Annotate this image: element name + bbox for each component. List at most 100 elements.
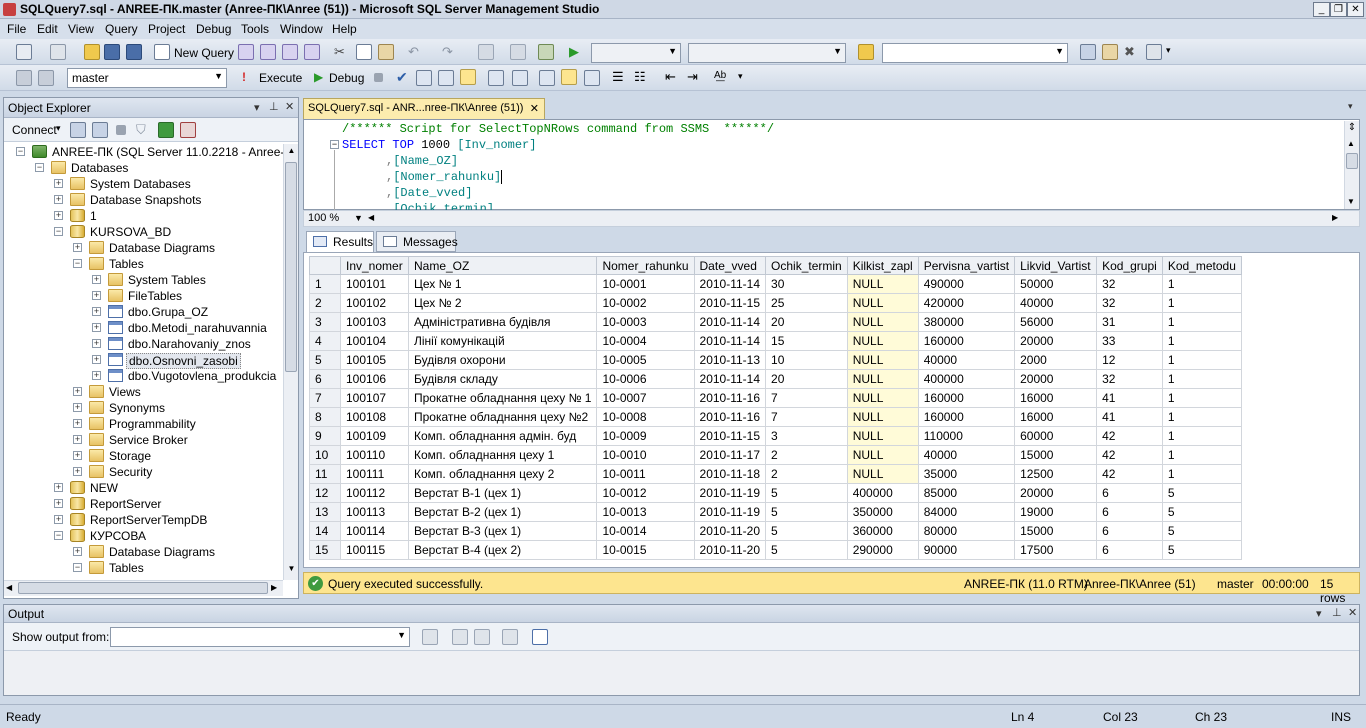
navigate-forward-icon[interactable] (510, 44, 526, 60)
table-cell[interactable]: 2010-11-18 (693, 464, 767, 484)
table-cell[interactable]: NULL (846, 464, 919, 484)
tree-expander-minus-icon[interactable]: − (73, 563, 82, 572)
table-cell[interactable]: 12500 (1014, 464, 1098, 484)
table-cell[interactable]: 32 (1096, 274, 1163, 294)
tree-expander-plus-icon[interactable]: + (54, 211, 63, 220)
tab-messages[interactable]: Messages (376, 231, 458, 252)
table-row[interactable]: 2 100102 Цех № 2 10-0002 2010-11-15 25 NULL 420… (309, 293, 1242, 313)
tree-expander-plus-icon[interactable]: + (92, 275, 101, 284)
tree-node-label[interactable]: FileTables (126, 289, 184, 303)
row-number[interactable]: 9 (309, 426, 341, 446)
tree-expander-plus-icon[interactable]: + (54, 515, 63, 524)
tree-node[interactable]: +1 (4, 208, 283, 224)
row-number[interactable]: 12 (309, 483, 341, 503)
table-cell[interactable]: Верстат В-2 (цех 1) (407, 502, 598, 522)
table-cell[interactable]: 85000 (917, 483, 1016, 503)
table-cell[interactable]: 100110 (340, 445, 409, 465)
table-cell[interactable]: Адміністративна будівля (407, 312, 598, 332)
table-cell[interactable]: 10-0014 (596, 521, 695, 541)
tree-expander-minus-icon[interactable]: − (16, 147, 25, 156)
table-cell[interactable]: 2010-11-16 (693, 407, 767, 427)
tree-expander-plus-icon[interactable]: + (92, 371, 101, 380)
new-project-icon[interactable] (16, 44, 32, 60)
table-cell[interactable]: 2010-11-14 (693, 369, 767, 389)
tree-expander-plus-icon[interactable]: + (73, 435, 82, 444)
table-cell[interactable]: Верстат В-4 (цех 2) (407, 540, 598, 560)
tree-expander-plus-icon[interactable]: + (92, 355, 101, 364)
tree-node-label[interactable]: Database Diagrams (107, 545, 217, 559)
table-cell[interactable]: Верстат В-1 (цех 1) (407, 483, 598, 503)
query-designer-icon[interactable] (438, 70, 454, 86)
table-cell[interactable]: NULL (846, 312, 919, 332)
output-text-area[interactable] (4, 651, 1359, 695)
tree-node[interactable]: + System Tables (4, 272, 283, 288)
row-number[interactable]: 7 (309, 388, 341, 408)
table-cell[interactable]: 100104 (340, 331, 409, 351)
table-cell[interactable]: 6 (1096, 483, 1163, 503)
table-cell[interactable]: NULL (846, 293, 919, 313)
minimize-button[interactable]: _ (1313, 2, 1330, 17)
tree-expander-plus-icon[interactable]: + (73, 419, 82, 428)
tree-node-label[interactable]: Security (107, 465, 154, 479)
table-cell[interactable]: 100103 (340, 312, 409, 332)
table-cell[interactable]: 42 (1096, 445, 1163, 465)
tree-node[interactable]: + FileTables (4, 288, 283, 304)
open-file-icon[interactable] (84, 44, 100, 60)
scroll-right-icon[interactable]: ▶ (271, 583, 277, 592)
table-cell[interactable]: 2010-11-15 (693, 293, 767, 313)
table-cell[interactable]: 400000 (846, 483, 919, 503)
table-cell[interactable]: 5 (765, 540, 848, 560)
new-query-button[interactable]: New Query (174, 46, 234, 60)
table-cell[interactable]: 31 (1096, 312, 1163, 332)
table-cell[interactable]: 20000 (1014, 331, 1098, 351)
table-cell[interactable]: 15000 (1014, 521, 1098, 541)
table-cell[interactable]: 20000 (1014, 483, 1098, 503)
tree-node-label[interactable]: Storage (107, 449, 153, 463)
table-cell[interactable]: 16000 (1014, 388, 1098, 408)
table-cell[interactable]: Цех № 1 (407, 274, 598, 294)
table-cell[interactable]: 6 (1096, 540, 1163, 560)
table-cell[interactable]: 1 (1161, 369, 1242, 389)
table-cell[interactable]: NULL (846, 407, 919, 427)
table-cell[interactable]: 1 (1161, 464, 1242, 484)
table-cell[interactable]: 2010-11-20 (693, 540, 767, 560)
tree-node[interactable]: + Database Diagrams (4, 240, 283, 256)
tree-node[interactable]: + Service Broker (4, 432, 283, 448)
table-cell[interactable]: 2010-11-16 (693, 388, 767, 408)
table-cell[interactable]: 16000 (1014, 407, 1098, 427)
menu-edit[interactable]: Edit (37, 22, 58, 36)
col-header-name-oz[interactable]: Name_OZ (407, 256, 598, 275)
col-header-kilkist-zapl[interactable]: Kilkist_zapl (846, 256, 919, 275)
table-cell[interactable]: 84000 (917, 502, 1016, 522)
table-cell[interactable]: 10-0007 (596, 388, 695, 408)
tab-sqlquery7[interactable]: SQLQuery7.sql - ANR...nree-ПК\Anree (51)… (303, 98, 545, 119)
table-cell[interactable]: 90000 (917, 540, 1016, 560)
editor-vertical-scrollbar[interactable]: ⇕ ▲ ▼ (1344, 121, 1359, 209)
table-cell[interactable]: Прокатне обладнання цеху № 1 (407, 388, 598, 408)
table-cell[interactable]: 400000 (917, 369, 1016, 389)
tree-node-label[interactable]: dbo.Metodi_narahuvannia (126, 321, 269, 335)
output-dropdown-icon[interactable]: ▾ (1316, 607, 1322, 620)
table-cell[interactable]: NULL (846, 369, 919, 389)
table-cell[interactable]: 10-0011 (596, 464, 695, 484)
tree-node[interactable]: − Tables (4, 560, 283, 576)
tree-expander-plus-icon[interactable]: + (73, 243, 82, 252)
solution-platform-select[interactable]: ▼ (688, 43, 846, 63)
table-cell[interactable]: Комп. обладнання адмін. буд (407, 426, 598, 446)
table-cell[interactable]: 2010-11-13 (693, 350, 767, 370)
table-cell[interactable]: 15000 (1014, 445, 1098, 465)
table-cell[interactable]: 1 (1161, 331, 1242, 351)
table-cell[interactable]: Будівля охорони (407, 350, 598, 370)
new-query-icon[interactable] (154, 44, 170, 60)
scroll-left-icon[interactable]: ◀ (6, 583, 12, 592)
table-cell[interactable]: 42 (1096, 464, 1163, 484)
menu-debug[interactable]: Debug (196, 22, 231, 36)
tree-expander-plus-icon[interactable]: + (92, 323, 101, 332)
connect-icon[interactable] (16, 70, 32, 86)
tree-node[interactable]: + dbo.Metodi_narahuvannia (4, 320, 283, 336)
row-number[interactable]: 13 (309, 502, 341, 522)
table-cell[interactable]: NULL (846, 331, 919, 351)
save-icon[interactable] (104, 44, 120, 60)
output-close-icon[interactable]: ✕ (1348, 606, 1357, 619)
table-cell[interactable]: 1 (1161, 350, 1242, 370)
